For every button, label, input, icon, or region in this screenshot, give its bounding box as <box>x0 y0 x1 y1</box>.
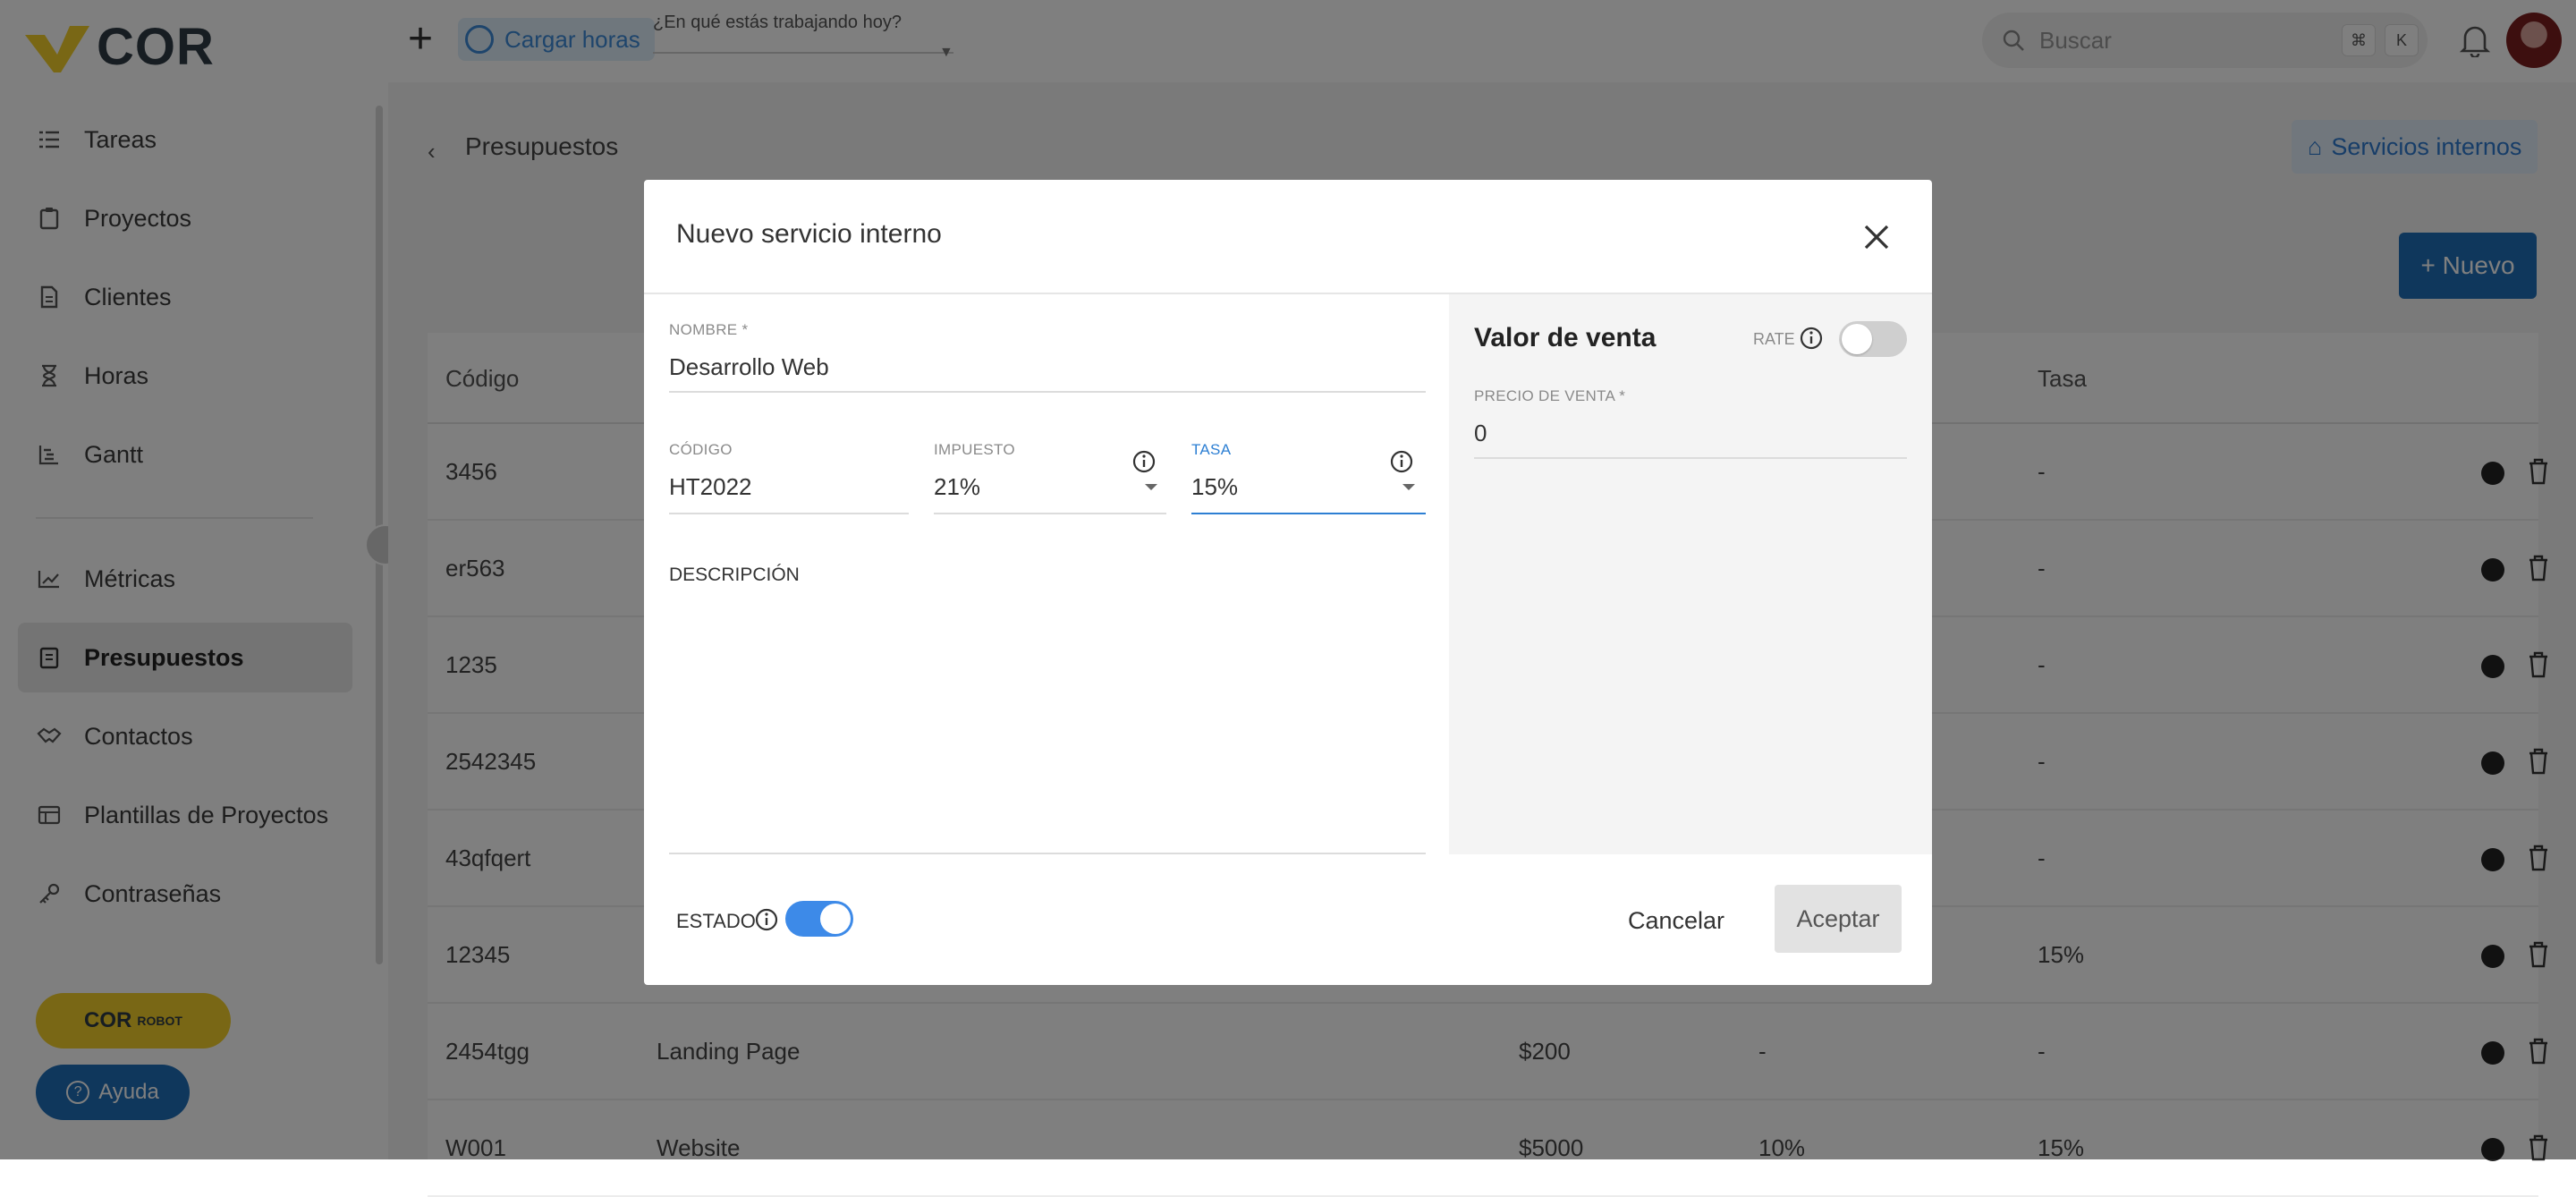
impuesto-label: IMPUESTO <box>934 441 1015 458</box>
rate-toggle[interactable] <box>1839 321 1907 357</box>
tasa-label: TASA <box>1191 441 1232 458</box>
tasa-select[interactable]: 15% <box>1191 473 1238 501</box>
codigo-label: CÓDIGO <box>669 441 733 458</box>
info-icon[interactable] <box>1132 450 1156 473</box>
sale-value-panel: Valor de venta RATE PRECIO DE VENTA * 0 <box>1449 294 1932 854</box>
info-icon[interactable] <box>1390 450 1413 473</box>
cancel-button[interactable]: Cancelar <box>1608 894 1744 947</box>
precio-label: PRECIO DE VENTA * <box>1474 387 1626 404</box>
codigo-underline <box>669 513 909 514</box>
info-icon[interactable] <box>1800 327 1823 350</box>
estado-label: ESTADO <box>676 910 756 932</box>
tasa-underline <box>1191 513 1426 514</box>
modal-form: NOMBRE * Desarrollo Web CÓDIGO HT2022 IM… <box>644 294 1449 854</box>
nombre-underline <box>669 391 1426 393</box>
new-service-modal: Nuevo servicio interno NOMBRE * Desarrol… <box>644 180 1932 985</box>
rate-label: RATE <box>1753 330 1795 348</box>
descripcion-textarea[interactable] <box>669 600 1426 849</box>
codigo-field[interactable]: HT2022 <box>669 473 752 501</box>
info-icon[interactable] <box>755 908 778 931</box>
close-icon[interactable] <box>1857 217 1896 257</box>
accept-button[interactable]: Aceptar <box>1775 885 1902 953</box>
modal-header: Nuevo servicio interno <box>644 180 1932 294</box>
modal-title: Nuevo servicio interno <box>676 219 942 249</box>
nombre-label: NOMBRE * <box>669 321 749 338</box>
modal-footer: ESTADO Cancelar Aceptar <box>644 854 1932 985</box>
chevron-down-icon[interactable] <box>1145 484 1157 490</box>
valor-venta-title: Valor de venta <box>1474 323 1657 352</box>
impuesto-underline <box>934 513 1166 514</box>
impuesto-select[interactable]: 21% <box>934 473 980 501</box>
nombre-field[interactable]: Desarrollo Web <box>669 353 829 381</box>
chevron-down-icon[interactable] <box>1402 484 1415 490</box>
precio-underline <box>1474 457 1907 459</box>
descripcion-label: DESCRIPCIÓN <box>669 565 800 585</box>
estado-toggle[interactable] <box>785 901 853 937</box>
precio-field[interactable]: 0 <box>1474 420 1487 447</box>
